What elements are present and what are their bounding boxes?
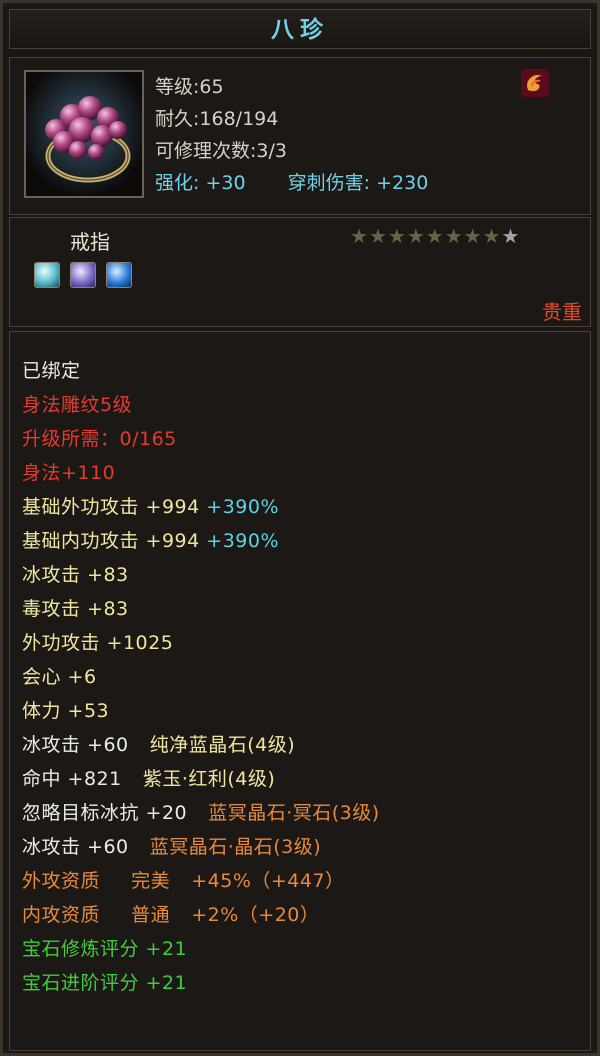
agility-line: 身法+110 <box>22 462 116 484</box>
gem-line-2: 命中 +821 紫玉·红利(4级) <box>22 764 275 791</box>
gem-name: 紫玉·红利(4级) <box>142 768 276 790</box>
star-filled-icon: ★ <box>425 224 444 248</box>
outer-aptitude-line: 外攻资质 完美 +45%（+447） <box>22 866 345 893</box>
gem-name: 纯净蓝晶石(4级) <box>149 734 296 756</box>
crit-line: 会心 +6 <box>22 666 97 688</box>
inner-aptitude-line: 内攻资质 普通 +2%（+20） <box>22 900 319 927</box>
durability-text: 耐久:168/194 <box>155 108 279 130</box>
item-tooltip: 八珍 等级:65 耐久:168/194 可修理次数:3/3 强化: +30 穿刺… <box>0 0 600 1056</box>
gem-line-4: 冰攻击 +60 蓝冥晶石·晶石(3级) <box>22 832 321 859</box>
aptitude-label: 外攻资质 <box>22 870 101 892</box>
outer-attack-line: 外功攻击 +1025 <box>22 632 174 654</box>
pierce-value: +230 <box>376 172 429 194</box>
title-bar: 八珍 <box>9 9 591 49</box>
base-outer-attack-pct: +390% <box>206 496 280 518</box>
aptitude-value: +45%（+447） <box>191 870 345 892</box>
item-name: 八珍 <box>271 17 329 43</box>
carving-line: 身法雕纹5级 <box>22 394 133 416</box>
poison-attack-line: 毒攻击 +83 <box>22 598 129 620</box>
aptitude-grade: 普通 <box>131 904 171 926</box>
gem-cyan-icon[interactable] <box>34 262 60 288</box>
rarity-label: 贵重 <box>542 300 582 324</box>
star-filled-icon: ★ <box>368 224 387 248</box>
base-inner-attack-text: 基础内功攻击 +994 <box>22 530 200 552</box>
attribute-panel: 已绑定 身法雕纹5级 升级所需：0/165 身法+110 基础外功攻击 +994… <box>9 331 591 1051</box>
gem-stat: 冰攻击 +60 <box>22 836 129 858</box>
gem-line-1: 冰攻击 +60 纯净蓝晶石(4级) <box>22 730 295 757</box>
star-filled-icon: ★ <box>444 224 463 248</box>
gem-name: 蓝冥晶石·晶石(3级) <box>149 836 322 858</box>
enhance-label: 强化: <box>155 172 200 194</box>
base-inner-attack-line: 基础内功攻击 +994 +390% <box>22 526 279 553</box>
pierce-label: 穿刺伤害: <box>287 172 371 194</box>
ice-attack-line: 冰攻击 +83 <box>22 564 129 586</box>
ring-icon[interactable] <box>24 70 144 198</box>
enhance-value: +30 <box>205 172 246 194</box>
enhance-row: 强化: +30 穿刺伤害: +230 <box>155 168 428 195</box>
base-outer-attack-line: 基础外功攻击 +994 +390% <box>22 492 279 519</box>
repair-count-text: 可修理次数:3/3 <box>155 140 287 162</box>
gem-line-3: 忽略目标冰抗 +20 蓝冥晶石·冥石(3级) <box>22 798 380 825</box>
gem-stat: 命中 +821 <box>22 768 122 790</box>
red-swirl-badge-icon[interactable] <box>520 68 550 98</box>
star-empty-icon: ★ <box>501 224 520 248</box>
bound-status: 已绑定 <box>22 360 81 382</box>
aptitude-label: 内攻资质 <box>22 904 101 926</box>
gem-purple-icon[interactable] <box>70 262 96 288</box>
gem-stat: 忽略目标冰抗 +20 <box>22 802 188 824</box>
base-inner-attack-pct: +390% <box>206 530 280 552</box>
star-filled-icon: ★ <box>463 224 482 248</box>
gem-refine-score: 宝石修炼评分 +21 <box>22 938 188 960</box>
star-filled-icon: ★ <box>387 224 406 248</box>
stamina-line: 体力 +53 <box>22 700 110 722</box>
aptitude-value: +2%（+20） <box>191 904 320 926</box>
item-type-panel: 戒指 ★★★★★★★★★ 贵重 <box>9 217 591 327</box>
base-outer-attack-text: 基础外功攻击 +994 <box>22 496 200 518</box>
gem-blue-icon[interactable] <box>106 262 132 288</box>
star-filled-icon: ★ <box>482 224 501 248</box>
gem-advance-score: 宝石进阶评分 +21 <box>22 972 188 994</box>
star-filled-icon: ★ <box>406 224 425 248</box>
gem-stat: 冰攻击 +60 <box>22 734 129 756</box>
aptitude-grade: 完美 <box>131 870 171 892</box>
star-rating: ★★★★★★★★★ <box>350 224 520 248</box>
gem-name: 蓝冥晶石·冥石(3级) <box>208 802 380 824</box>
level-text: 等级:65 <box>155 76 224 98</box>
upgrade-line: 升级所需：0/165 <box>22 428 177 450</box>
item-header: 等级:65 耐久:168/194 可修理次数:3/3 强化: +30 穿刺伤害:… <box>9 57 591 215</box>
star-filled-icon: ★ <box>350 224 368 248</box>
item-type: 戒指 <box>70 230 110 254</box>
